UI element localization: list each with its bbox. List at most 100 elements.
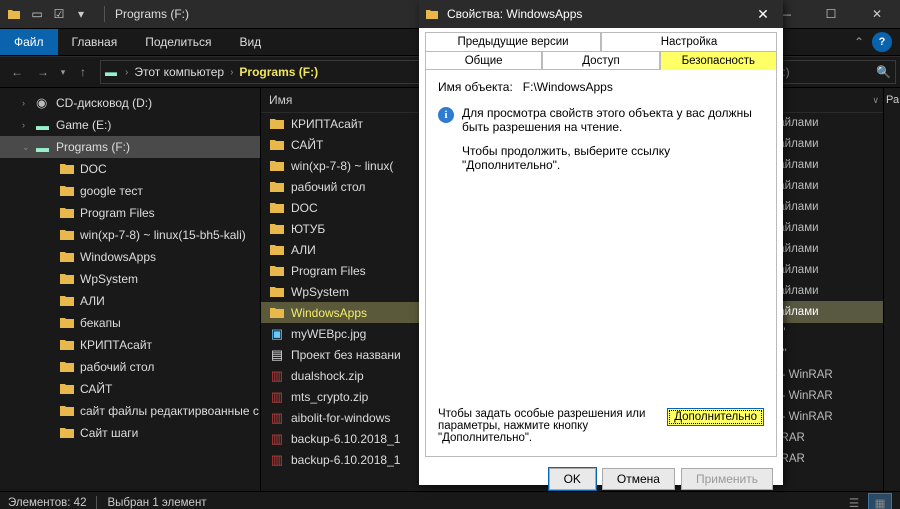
- tab-previous-versions[interactable]: Предыдущие версии: [425, 32, 601, 51]
- tree-item-label: рабочий стол: [80, 360, 154, 374]
- object-name-label: Имя объекта:: [438, 80, 513, 94]
- file-name: WpSystem: [291, 285, 349, 299]
- tree-item[interactable]: win(xp-7-8) ~ linux(15-bh5-kali): [0, 224, 260, 246]
- dialog-titlebar[interactable]: Свойства: WindowsApps ✕: [419, 0, 783, 28]
- folder-icon: [60, 185, 76, 197]
- chevron-icon[interactable]: ›: [22, 120, 34, 130]
- close-button[interactable]: ✕: [854, 0, 900, 28]
- folder-icon: [269, 118, 285, 130]
- tree-item[interactable]: бекапы: [0, 312, 260, 334]
- tab-customize[interactable]: Настройка: [601, 32, 777, 51]
- tree-item-label: Program Files: [80, 206, 155, 220]
- view-icons-button[interactable]: ▦: [868, 493, 892, 509]
- nav-back-button[interactable]: ←: [4, 59, 30, 85]
- breadcrumb-segment-current[interactable]: Programs (F:): [237, 65, 320, 79]
- maximize-button[interactable]: ☐: [808, 0, 854, 28]
- dialog-close-button[interactable]: ✕: [743, 6, 783, 23]
- chevron-right-icon[interactable]: ›: [121, 67, 132, 78]
- drive-icon: ▬: [36, 140, 52, 155]
- ribbon-file-tab[interactable]: Файл: [0, 29, 58, 55]
- tree-item[interactable]: Program Files: [0, 202, 260, 224]
- tree-item-label: google тест: [80, 184, 143, 198]
- ok-button[interactable]: OK: [549, 468, 596, 490]
- nav-history-dropdown[interactable]: ▾: [56, 59, 70, 85]
- tree-item[interactable]: WpSystem: [0, 268, 260, 290]
- zip-icon: ▥: [269, 410, 285, 426]
- txt-icon: ▤: [269, 347, 285, 363]
- tree-item[interactable]: КРИПТАсайт: [0, 334, 260, 356]
- tree-item-label: DOC: [80, 162, 107, 176]
- dialog-tabs: Предыдущие версии Настройка Общие Доступ…: [419, 28, 783, 70]
- folder-icon: [60, 273, 76, 285]
- details-header: Ра: [884, 88, 900, 112]
- folder-icon: [60, 251, 76, 263]
- nav-up-button[interactable]: ↑: [70, 59, 96, 85]
- nav-forward-button[interactable]: →: [30, 59, 56, 85]
- quick-access-toolbar: ▭ ☑ ▾: [28, 7, 90, 21]
- tree-item[interactable]: рабочий стол: [0, 356, 260, 378]
- help-icon[interactable]: ?: [872, 32, 892, 52]
- tree-item-label: САЙТ: [80, 382, 112, 396]
- tree-item[interactable]: ›▬Game (E:): [0, 114, 260, 136]
- folder-icon: [269, 181, 285, 193]
- folder-icon: [60, 339, 76, 351]
- chevron-right-icon[interactable]: ›: [226, 67, 237, 78]
- tree-item-label: Programs (F:): [56, 140, 130, 154]
- tree-item[interactable]: САЙТ: [0, 378, 260, 400]
- tree-item[interactable]: google тест: [0, 180, 260, 202]
- tree-item[interactable]: WindowsApps: [0, 246, 260, 268]
- advanced-button[interactable]: Дополнительно: [667, 408, 764, 426]
- file-name: backup-6.10.2018_1: [291, 453, 400, 467]
- folder-icon: [269, 265, 285, 277]
- apply-button[interactable]: Применить: [681, 468, 773, 490]
- column-name[interactable]: Имя: [269, 93, 292, 107]
- ribbon-tab-view[interactable]: Вид: [225, 29, 275, 55]
- file-name: myWEBpc.jpg: [291, 327, 366, 341]
- cancel-button[interactable]: Отмена: [602, 468, 675, 490]
- folder-icon: [60, 295, 76, 307]
- tree-item-label: Game (E:): [56, 118, 111, 132]
- file-name: mts_crypto.zip: [291, 390, 368, 404]
- advanced-desc: Чтобы задать особые разрешения или парам…: [438, 408, 657, 444]
- tree-item[interactable]: сайт файлы редактирвоанные с: [0, 400, 260, 422]
- properties-dialog: Свойства: WindowsApps ✕ Предыдущие верси…: [419, 0, 783, 485]
- chevron-icon[interactable]: ›: [22, 98, 34, 108]
- folder-icon: [269, 160, 285, 172]
- file-name: DOC: [291, 201, 318, 215]
- folder-icon: [269, 139, 285, 151]
- qat-newfolder-icon[interactable]: ☑: [50, 7, 68, 21]
- sort-desc-icon[interactable]: ∨: [872, 95, 883, 106]
- view-details-button[interactable]: ☰: [842, 493, 866, 509]
- tree-item-label: АЛИ: [80, 294, 105, 308]
- security-info-line1: Для просмотра свойств этого объекта у ва…: [462, 106, 764, 134]
- file-name: Program Files: [291, 264, 366, 278]
- folder-icon: [60, 317, 76, 329]
- nav-tree[interactable]: ›◉CD-дисковод (D:)›▬Game (E:) ⌄▬ Programs …: [0, 88, 261, 491]
- file-name: САЙТ: [291, 138, 323, 152]
- tree-item[interactable]: АЛИ: [0, 290, 260, 312]
- chevron-icon[interactable]: ⌄: [22, 142, 34, 153]
- folder-icon: [60, 383, 76, 395]
- folder-icon: [6, 6, 22, 22]
- folder-icon: [60, 427, 76, 439]
- ribbon-expand-icon[interactable]: ⌃: [846, 29, 872, 55]
- qat-properties-icon[interactable]: ▭: [28, 7, 46, 21]
- tab-security[interactable]: Безопасность: [660, 51, 777, 70]
- tree-item[interactable]: Сайт шаги: [0, 422, 260, 444]
- file-name: backup-6.10.2018_1: [291, 432, 400, 446]
- zip-icon: ▥: [269, 431, 285, 447]
- tree-item[interactable]: ⌄▬ Programs (F:): [0, 136, 260, 158]
- zip-icon: ▥: [269, 389, 285, 405]
- tree-item[interactable]: DOC: [0, 158, 260, 180]
- tab-sharing[interactable]: Доступ: [542, 51, 659, 70]
- tab-general[interactable]: Общие: [425, 51, 542, 70]
- file-name: aibolit-for-windows: [291, 411, 390, 425]
- qat-dropdown-icon[interactable]: ▾: [72, 7, 90, 21]
- breadcrumb-segment[interactable]: Этот компьютер: [132, 65, 226, 79]
- ribbon-tab-home[interactable]: Главная: [58, 29, 132, 55]
- ribbon-tab-share[interactable]: Поделиться: [131, 29, 225, 55]
- tree-item-label: WindowsApps: [80, 250, 156, 264]
- tree-item-label: сайт файлы редактирвоанные с: [80, 404, 259, 418]
- dialog-buttons: OK Отмена Применить: [419, 463, 783, 495]
- tree-item[interactable]: ›◉CD-дисковод (D:): [0, 92, 260, 114]
